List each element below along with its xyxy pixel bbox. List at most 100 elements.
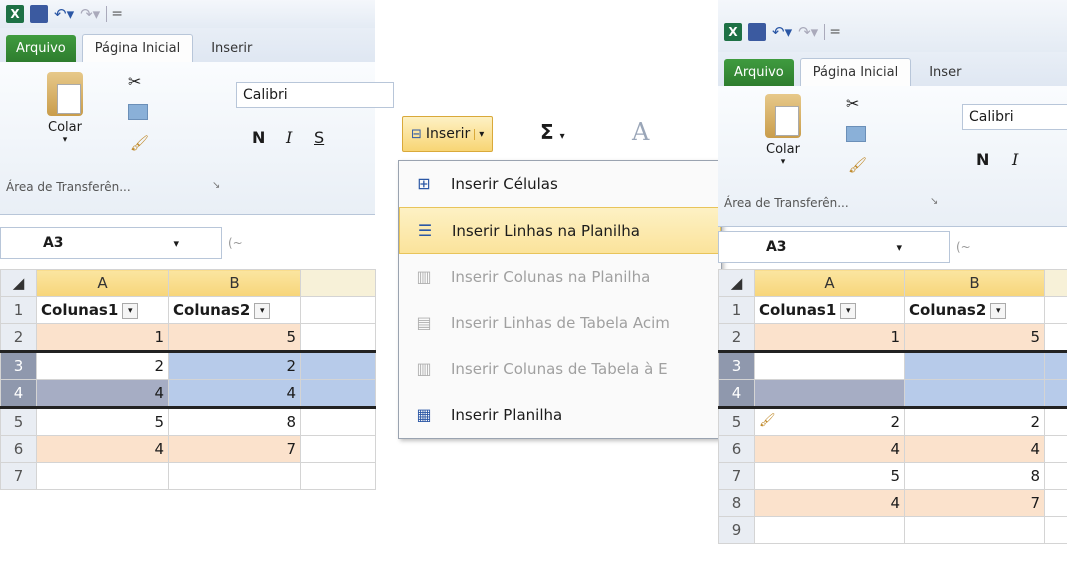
- customize-qat-button[interactable]: =: [824, 24, 841, 40]
- table-cell[interactable]: 7: [168, 435, 301, 463]
- menu-item-insert-sheet[interactable]: ▦ Inserir Planilha: [399, 392, 721, 438]
- tab-insert[interactable]: Inser: [917, 59, 973, 86]
- empty-cell[interactable]: [36, 462, 169, 490]
- table-cell[interactable]: 5: [754, 462, 905, 490]
- table-cell[interactable]: 5: [36, 407, 169, 436]
- table-cell[interactable]: 2: [168, 351, 301, 380]
- undo-icon[interactable]: ↶▾: [54, 5, 74, 23]
- empty-cell[interactable]: [300, 296, 376, 324]
- empty-cell[interactable]: [1044, 407, 1067, 436]
- font-name-box[interactable]: Calibri: [236, 82, 394, 108]
- redo-icon[interactable]: ↷▾: [798, 23, 818, 41]
- table-cell[interactable]: 4: [904, 435, 1045, 463]
- name-box[interactable]: A3 ▾: [0, 227, 222, 259]
- column-header-a[interactable]: A: [36, 269, 169, 297]
- row-header[interactable]: 9: [718, 516, 755, 544]
- bold-button[interactable]: N: [252, 128, 265, 147]
- tab-file[interactable]: Arquivo: [6, 35, 76, 62]
- menu-item-insert-table-columns[interactable]: ▥ Inserir Colunas de Tabela à E: [399, 346, 721, 392]
- empty-cell[interactable]: [1044, 462, 1067, 490]
- paste-button[interactable]: Colar ▾: [20, 72, 110, 145]
- tab-insert[interactable]: Inserir: [199, 35, 264, 62]
- format-painter-icon[interactable]: 🖌: [848, 156, 867, 174]
- menu-item-insert-table-rows[interactable]: ▤ Inserir Linhas de Tabela Acim: [399, 300, 721, 346]
- tab-home[interactable]: Página Inicial: [81, 34, 194, 62]
- empty-cell[interactable]: [1044, 323, 1067, 352]
- table-cell[interactable]: 1: [36, 323, 169, 352]
- row-header[interactable]: 4: [0, 379, 37, 408]
- table-cell[interactable]: 4: [754, 435, 905, 463]
- selected-cell[interactable]: [1044, 351, 1067, 380]
- underline-button[interactable]: S: [314, 128, 324, 147]
- paste-button[interactable]: Colar ▾: [738, 94, 828, 167]
- copy-icon[interactable]: [128, 104, 148, 120]
- table-cell[interactable]: 5: [904, 323, 1045, 352]
- menu-item-insert-sheet-columns[interactable]: ▥ Inserir Colunas na Planilha: [399, 254, 721, 300]
- dialog-launcher-icon[interactable]: ↘: [212, 180, 220, 191]
- inserted-cell[interactable]: [904, 351, 1045, 380]
- table-header-cell[interactable]: Colunas1 ▾: [754, 296, 905, 324]
- row-header[interactable]: 7: [718, 462, 755, 490]
- sort-filter-icon[interactable]: A: [632, 118, 649, 146]
- tab-home[interactable]: Página Inicial: [799, 58, 912, 86]
- column-header-b[interactable]: B: [904, 269, 1045, 297]
- row-header[interactable]: 8: [718, 489, 755, 517]
- italic-button[interactable]: I: [286, 128, 292, 147]
- table-cell[interactable]: 4: [168, 379, 301, 408]
- bold-button[interactable]: N: [976, 150, 989, 169]
- column-header-c[interactable]: [1044, 269, 1067, 297]
- copy-icon[interactable]: [846, 126, 866, 142]
- table-cell[interactable]: 4: [36, 379, 169, 408]
- filter-dropdown-icon[interactable]: ▾: [990, 302, 1007, 319]
- row-header[interactable]: 7: [0, 462, 37, 490]
- column-header-c[interactable]: [300, 269, 376, 297]
- filter-dropdown-icon[interactable]: ▾: [840, 302, 857, 319]
- row-header[interactable]: 4: [718, 379, 755, 408]
- inserted-cell[interactable]: [904, 379, 1045, 408]
- table-cell[interactable]: 4: [754, 489, 905, 517]
- italic-button[interactable]: I: [1012, 150, 1018, 169]
- undo-icon[interactable]: ↶▾: [772, 23, 792, 41]
- filter-dropdown-icon[interactable]: ▾: [254, 302, 271, 319]
- autosum-button[interactable]: Σ ▾: [540, 120, 565, 144]
- empty-cell[interactable]: [754, 516, 905, 544]
- chevron-down-icon[interactable]: ▾: [474, 128, 484, 140]
- empty-cell[interactable]: [300, 435, 376, 463]
- redo-icon[interactable]: ↷▾: [80, 5, 100, 23]
- dialog-launcher-icon[interactable]: ↘: [930, 196, 938, 207]
- empty-cell[interactable]: [904, 516, 1045, 544]
- row-header[interactable]: 1: [0, 296, 37, 324]
- empty-cell[interactable]: [1044, 489, 1067, 517]
- empty-cell[interactable]: [300, 323, 376, 352]
- column-header-b[interactable]: B: [168, 269, 301, 297]
- table-cell[interactable]: 2: [36, 351, 169, 380]
- empty-cell[interactable]: [300, 462, 376, 490]
- insert-options-icon[interactable]: 🖌: [759, 413, 776, 428]
- row-header[interactable]: 3: [718, 351, 755, 380]
- tab-file[interactable]: Arquivo: [724, 59, 794, 86]
- column-header-a[interactable]: A: [754, 269, 905, 297]
- table-cell[interactable]: 8: [168, 407, 301, 436]
- row-header[interactable]: 2: [0, 323, 37, 352]
- empty-cell[interactable]: [168, 462, 301, 490]
- table-cell[interactable]: 4: [36, 435, 169, 463]
- selected-cell[interactable]: [300, 379, 376, 408]
- selected-cell[interactable]: [1044, 379, 1067, 408]
- select-all-corner[interactable]: ◢: [0, 269, 37, 297]
- insert-split-button[interactable]: ⊟ Inserir ▾: [402, 116, 494, 152]
- select-all-corner[interactable]: ◢: [718, 269, 755, 297]
- empty-cell[interactable]: [300, 407, 376, 436]
- table-cell[interactable]: 2: [904, 407, 1045, 436]
- save-icon[interactable]: [748, 23, 766, 41]
- table-cell[interactable]: 7: [904, 489, 1045, 517]
- menu-item-insert-sheet-rows[interactable]: ☰ Inserir Linhas na Planilha: [399, 207, 721, 254]
- table-header-cell[interactable]: Colunas1 ▾: [36, 296, 169, 324]
- cut-icon[interactable]: ✂: [128, 72, 141, 91]
- cut-icon[interactable]: ✂: [846, 94, 859, 113]
- selected-cell[interactable]: [300, 351, 376, 380]
- table-header-cell[interactable]: Colunas2 ▾: [168, 296, 301, 324]
- empty-cell[interactable]: [1044, 516, 1067, 544]
- row-header[interactable]: 2: [718, 323, 755, 352]
- table-cell[interactable]: 🖌 2: [754, 407, 905, 436]
- menu-item-insert-cells[interactable]: ⊞ Inserir Células: [399, 161, 721, 207]
